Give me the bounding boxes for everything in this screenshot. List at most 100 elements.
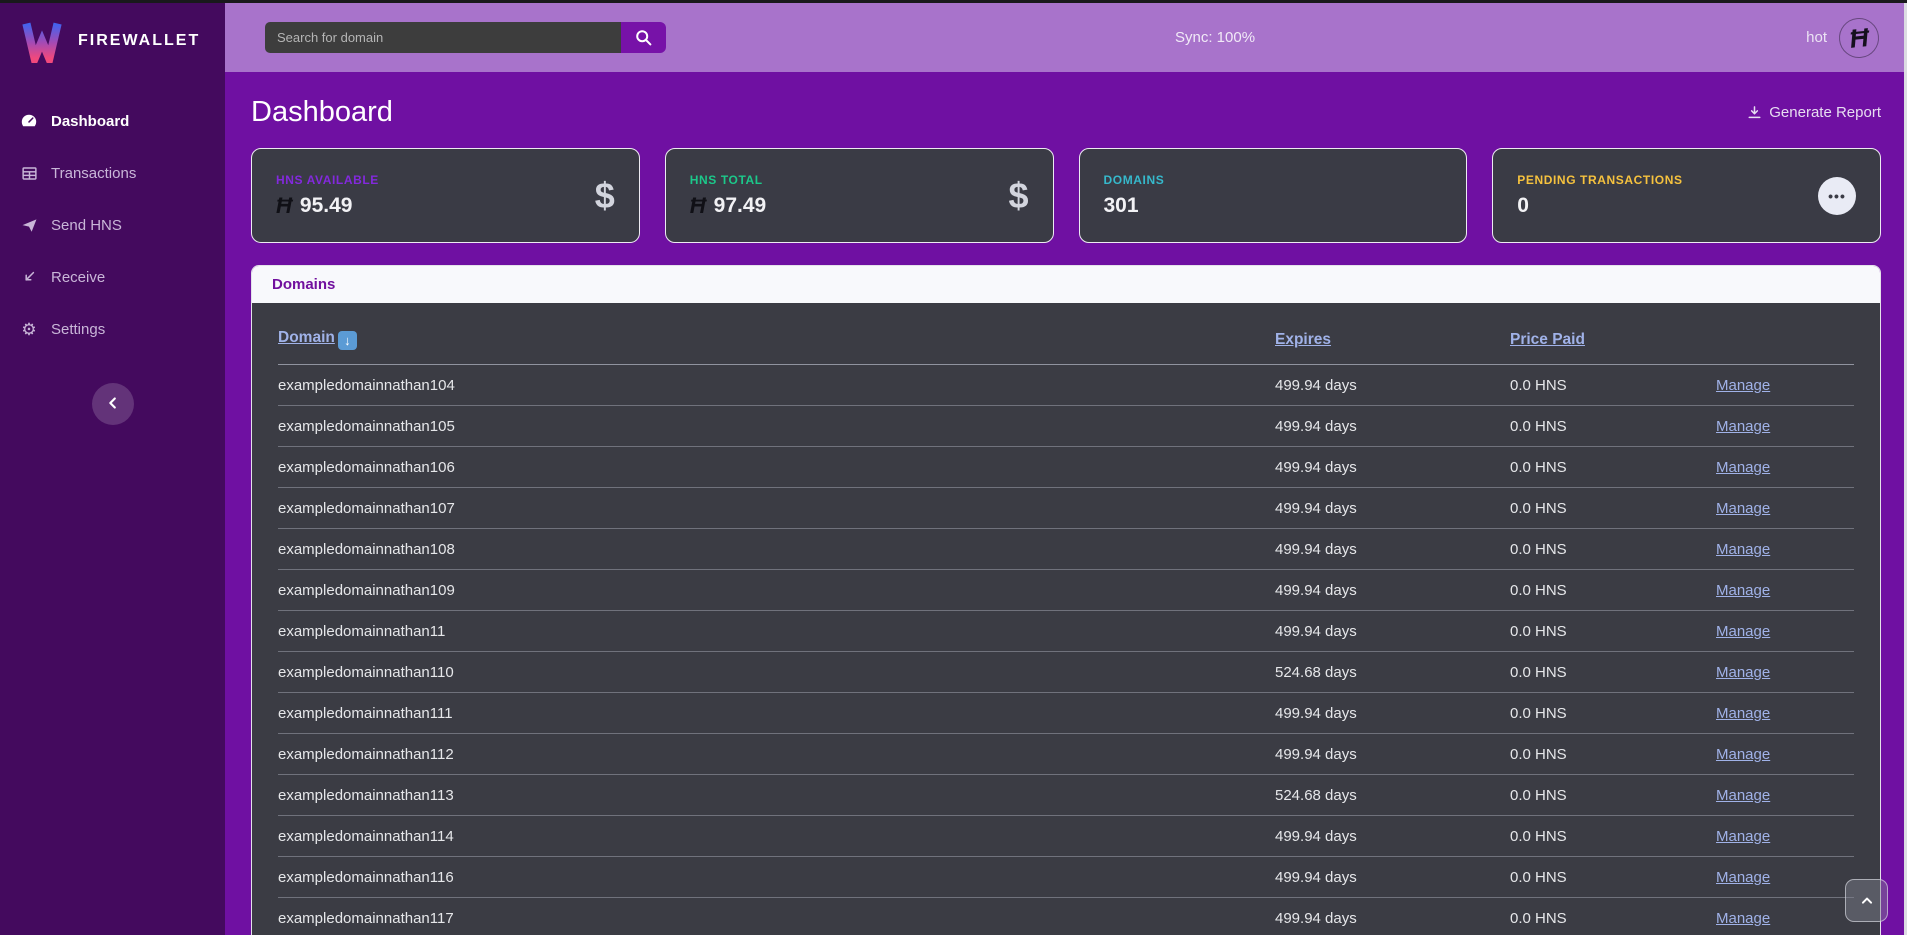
- manage-link[interactable]: Manage: [1716, 418, 1770, 435]
- table-row: exampledomainnathan112 499.94 days 0.0 H…: [278, 734, 1854, 775]
- sidebar-item-label: Receive: [51, 269, 105, 286]
- sync-status: Sync: 100%: [1175, 29, 1255, 46]
- manage-link[interactable]: Manage: [1716, 828, 1770, 845]
- price-cell: 0.0 HNS: [1510, 816, 1716, 857]
- manage-link[interactable]: Manage: [1716, 623, 1770, 640]
- column-header-price-paid[interactable]: Price Paid: [1510, 331, 1585, 348]
- page-title: Dashboard: [251, 96, 393, 129]
- stat-card-value-row: 301: [1104, 194, 1443, 218]
- generate-report-button[interactable]: Generate Report: [1747, 104, 1881, 121]
- expires-cell: 524.68 days: [1275, 775, 1510, 816]
- domains-table-container: Domain↓ Expires Price Paid: [252, 303, 1880, 935]
- brand-name: FIREWALLET: [78, 32, 200, 50]
- price-cell: 0.0 HNS: [1510, 611, 1716, 652]
- table-row: exampledomainnathan109 499.94 days 0.0 H…: [278, 570, 1854, 611]
- sidebar-item-label: Settings: [51, 321, 105, 338]
- price-cell: 0.0 HNS: [1510, 447, 1716, 488]
- download-icon: [1747, 105, 1762, 120]
- column-label: Expires: [1275, 331, 1331, 348]
- expires-cell: 499.94 days: [1275, 898, 1510, 935]
- expires-cell: 499.94 days: [1275, 816, 1510, 857]
- wallet-name: hot: [1806, 29, 1827, 46]
- generate-report-label: Generate Report: [1769, 104, 1881, 121]
- table-row: exampledomainnathan113 524.68 days 0.0 H…: [278, 775, 1854, 816]
- ellipsis-icon[interactable]: •••: [1818, 177, 1856, 215]
- stat-cards-row: HNS AVAILABLE Ħ 95.49 $ HNS TOTAL Ħ 97.4…: [225, 129, 1907, 243]
- expires-cell: 499.94 days: [1275, 365, 1510, 406]
- brand[interactable]: FIREWALLET: [0, 3, 225, 63]
- table-row: exampledomainnathan108 499.94 days 0.0 H…: [278, 529, 1854, 570]
- stat-card-body: HNS TOTAL Ħ 97.49: [690, 173, 1009, 218]
- price-cell: 0.0 HNS: [1510, 898, 1716, 935]
- manage-link[interactable]: Manage: [1716, 459, 1770, 476]
- expires-cell: 499.94 days: [1275, 611, 1510, 652]
- stat-card-value-row: 0: [1517, 194, 1818, 218]
- price-cell: 0.0 HNS: [1510, 652, 1716, 693]
- domain-cell: exampledomainnathan116: [278, 857, 1275, 898]
- domains-panel: Domains Domain↓ Expires: [251, 265, 1881, 935]
- manage-link[interactable]: Manage: [1716, 746, 1770, 763]
- expires-cell: 499.94 days: [1275, 488, 1510, 529]
- sidebar-item-settings[interactable]: ⚙ Settings: [0, 303, 225, 355]
- window-top-strip: [0, 0, 1907, 3]
- expires-cell: 499.94 days: [1275, 734, 1510, 775]
- manage-link[interactable]: Manage: [1716, 664, 1770, 681]
- stat-card-body: PENDING TRANSACTIONS 0: [1517, 173, 1818, 218]
- table-row: exampledomainnathan114 499.94 days 0.0 H…: [278, 816, 1854, 857]
- domain-cell: exampledomainnathan113: [278, 775, 1275, 816]
- expires-cell: 499.94 days: [1275, 406, 1510, 447]
- domain-cell: exampledomainnathan114: [278, 816, 1275, 857]
- sidebar-item-transactions[interactable]: Transactions: [0, 147, 225, 199]
- scroll-to-top-button[interactable]: [1845, 879, 1888, 922]
- manage-link[interactable]: Manage: [1716, 869, 1770, 886]
- price-cell: 0.0 HNS: [1510, 406, 1716, 447]
- manage-link[interactable]: Manage: [1716, 910, 1770, 927]
- manage-link[interactable]: Manage: [1716, 582, 1770, 599]
- price-cell: 0.0 HNS: [1510, 570, 1716, 611]
- manage-link[interactable]: Manage: [1716, 705, 1770, 722]
- handshake-logo-icon: Ħ: [1837, 16, 1881, 60]
- main-content: Dashboard Generate Report HNS AVAILABLE …: [225, 72, 1907, 935]
- table-row: exampledomainnathan116 499.94 days 0.0 H…: [278, 857, 1854, 898]
- price-cell: 0.0 HNS: [1510, 488, 1716, 529]
- sidebar: FIREWALLET Dashboard Transactions: [0, 3, 225, 935]
- hns-coin-icon: Ħ: [690, 195, 706, 217]
- manage-link[interactable]: Manage: [1716, 787, 1770, 804]
- stat-card-label: DOMAINS: [1104, 173, 1443, 187]
- sort-descending-icon: ↓: [338, 331, 357, 350]
- table-row: exampledomainnathan107 499.94 days 0.0 H…: [278, 488, 1854, 529]
- column-header-domain[interactable]: Domain↓: [278, 329, 357, 346]
- price-cell: 0.0 HNS: [1510, 857, 1716, 898]
- dollar-icon: $: [1008, 175, 1028, 217]
- column-label: Price Paid: [1510, 331, 1585, 348]
- sidebar-item-label: Send HNS: [51, 217, 122, 234]
- chevron-left-icon: [104, 394, 122, 412]
- expires-cell: 524.68 days: [1275, 652, 1510, 693]
- sidebar-item-send-hns[interactable]: Send HNS: [0, 199, 225, 251]
- column-header-expires[interactable]: Expires: [1275, 331, 1331, 348]
- price-cell: 0.0 HNS: [1510, 775, 1716, 816]
- expires-cell: 499.94 days: [1275, 857, 1510, 898]
- domains-table: Domain↓ Expires Price Paid: [278, 317, 1854, 935]
- domain-cell: exampledomainnathan112: [278, 734, 1275, 775]
- expires-cell: 499.94 days: [1275, 693, 1510, 734]
- sidebar-item-receive[interactable]: Receive: [0, 251, 225, 303]
- wallet-menu[interactable]: hot Ħ: [1806, 18, 1879, 58]
- manage-link[interactable]: Manage: [1716, 377, 1770, 394]
- stat-card-label: PENDING TRANSACTIONS: [1517, 173, 1818, 187]
- domains-panel-title: Domains: [252, 266, 1880, 303]
- sidebar-collapse-button[interactable]: [92, 383, 134, 425]
- sidebar-item-dashboard[interactable]: Dashboard: [0, 95, 225, 147]
- stat-card-value: 0: [1517, 194, 1529, 218]
- manage-link[interactable]: Manage: [1716, 541, 1770, 558]
- domain-cell: exampledomainnathan106: [278, 447, 1275, 488]
- stat-card-hns-available: HNS AVAILABLE Ħ 95.49 $: [251, 148, 640, 243]
- table-row: exampledomainnathan110 524.68 days 0.0 H…: [278, 652, 1854, 693]
- search-button[interactable]: [621, 22, 666, 53]
- domain-cell: exampledomainnathan109: [278, 570, 1275, 611]
- domain-cell: exampledomainnathan110: [278, 652, 1275, 693]
- manage-link[interactable]: Manage: [1716, 500, 1770, 517]
- price-cell: 0.0 HNS: [1510, 734, 1716, 775]
- search-input[interactable]: [265, 22, 621, 53]
- sidebar-item-label: Transactions: [51, 165, 136, 182]
